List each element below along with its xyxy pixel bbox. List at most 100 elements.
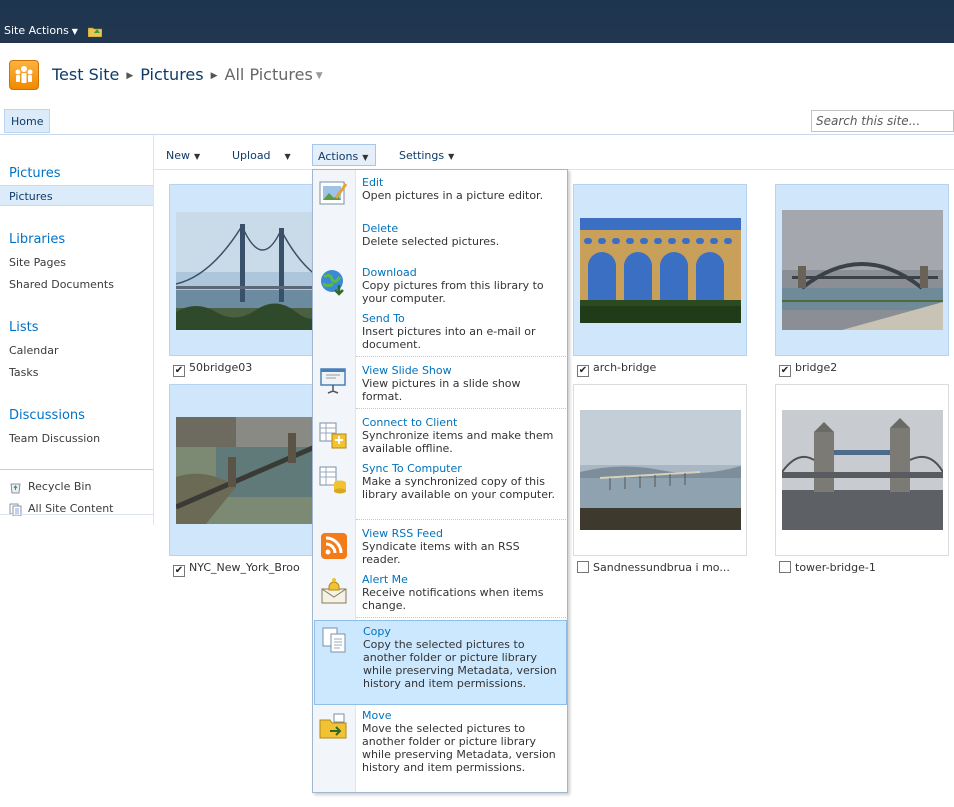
site-actions-label: Site Actions (4, 24, 69, 37)
menu-separator (356, 519, 566, 520)
upload-label: Upload (232, 149, 271, 162)
recycle-bin-icon (10, 483, 21, 493)
picture-name[interactable]: 50bridge03 (189, 361, 252, 374)
menu-item-title: Delete (362, 222, 399, 235)
sidebar-item-calendar[interactable]: Calendar (9, 344, 58, 357)
menu-item-sync-to-computer[interactable]: Sync To Computer Make a synchronized cop… (313, 462, 567, 514)
menu-separator (356, 356, 566, 357)
quick-launch: Pictures Pictures Libraries Site Pages S… (0, 135, 154, 525)
sidebar-item-team-discussion[interactable]: Team Discussion (9, 432, 100, 445)
page-header: Test Site ▶ Pictures ▶ All Pictures ▼ (0, 43, 954, 108)
top-bar: Site Actions ▼ (0, 0, 954, 43)
picture-thumbnail (782, 410, 943, 530)
picture-tile[interactable] (573, 384, 747, 556)
menu-item-alert-me[interactable]: Alert Me Receive notifications when item… (313, 573, 567, 613)
top-navigation: Home Search this site... (0, 108, 954, 135)
copy-icon (322, 627, 346, 653)
chevron-down-icon: ▼ (71, 27, 78, 36)
recycle-bin-label: Recycle Bin (28, 480, 92, 493)
nav-header-libraries[interactable]: Libraries (9, 232, 65, 247)
tab-home[interactable]: Home (4, 109, 51, 133)
menu-item-view-slide-show[interactable]: View Slide Show View pictures in a slide… (313, 364, 567, 404)
nav-header-pictures[interactable]: Pictures (9, 166, 60, 181)
picture-thumbnail (782, 210, 943, 330)
picture-caption: ✔ bridge2 (779, 361, 837, 377)
new-label: New (166, 149, 190, 162)
settings-menu-button[interactable]: Settings ▼ (399, 149, 454, 162)
menu-separator (356, 408, 566, 409)
nav-header-discussions[interactable]: Discussions (9, 408, 85, 423)
menu-item-title: Alert Me (362, 573, 408, 586)
alert-me-icon (321, 578, 347, 604)
sidebar-item-shared-documents[interactable]: Shared Documents (9, 278, 114, 291)
menu-item-description: Copy the selected pictures to another fo… (363, 638, 557, 690)
menu-item-description: Delete selected pictures. (362, 235, 500, 248)
list-toolbar: New ▼ Upload ▼ Actions ▼ Settings ▼ (154, 140, 954, 170)
breadcrumb-library-link[interactable]: Pictures (140, 65, 203, 84)
view-selector[interactable]: All Pictures (225, 65, 313, 84)
picture-checkbox[interactable] (779, 561, 791, 573)
nav-divider (0, 469, 153, 470)
menu-item-description: Insert pictures into an e-mail or docume… (362, 325, 536, 351)
picture-tile[interactable] (775, 384, 949, 556)
chevron-down-icon: ▼ (194, 152, 201, 161)
picture-checkbox[interactable]: ✔ (173, 365, 185, 377)
actions-label: Actions (318, 150, 359, 163)
chevron-down-icon: ▼ (362, 153, 369, 162)
sidebar-item-label: Pictures (9, 190, 53, 203)
upload-menu-button[interactable]: Upload ▼ (232, 149, 291, 162)
picture-name[interactable]: tower-bridge-1 (795, 561, 876, 574)
menu-item-download[interactable]: Download Copy pictures from this library… (313, 266, 567, 310)
picture-thumbnail (580, 218, 741, 323)
sidebar-item-tasks[interactable]: Tasks (9, 366, 38, 379)
picture-name[interactable]: Sandnessundbrua i mo... (593, 561, 730, 574)
site-actions-menu[interactable]: Site Actions ▼ (4, 24, 78, 37)
picture-checkbox[interactable]: ✔ (173, 565, 185, 577)
recycle-bin-link[interactable]: Recycle Bin (9, 480, 91, 494)
sidebar-item-pictures[interactable]: Pictures (0, 185, 153, 206)
picture-name[interactable]: arch-bridge (593, 361, 656, 374)
menu-item-view-rss-feed[interactable]: View RSS Feed Syndicate items with an RS… (313, 527, 567, 567)
breadcrumb-site-link[interactable]: Test Site (52, 65, 119, 84)
actions-dropdown-menu: Edit Open pictures in a picture editor. … (312, 169, 568, 793)
breadcrumb: Test Site ▶ Pictures ▶ All Pictures ▼ (52, 65, 323, 84)
menu-item-title: Edit (362, 176, 384, 189)
menu-item-connect-to-client[interactable]: Connect to Client Synchronize items and … (313, 416, 567, 458)
menu-item-description: Make a synchronized copy of this library… (362, 475, 555, 501)
menu-item-title: View RSS Feed (362, 527, 443, 540)
download-globe-icon (321, 270, 344, 296)
menu-item-title: Move (362, 709, 392, 722)
picture-checkbox[interactable]: ✔ (779, 365, 791, 377)
breadcrumb-arrow-icon: ▶ (210, 71, 218, 81)
navigate-up-folder-icon[interactable] (88, 25, 102, 37)
actions-menu-button[interactable]: Actions ▼ (312, 144, 376, 166)
chevron-down-icon[interactable]: ▼ (316, 71, 323, 81)
menu-item-edit[interactable]: Edit Open pictures in a picture editor. (313, 176, 567, 216)
nav-header-lists[interactable]: Lists (9, 320, 39, 335)
sidebar-item-site-pages[interactable]: Site Pages (9, 256, 66, 269)
picture-caption: ✔ 50bridge03 (173, 361, 252, 377)
menu-item-move[interactable]: Move Move the selected pictures to anoth… (313, 709, 567, 791)
picture-tile[interactable] (775, 184, 949, 356)
picture-name[interactable]: bridge2 (795, 361, 837, 374)
menu-separator (356, 617, 566, 618)
picture-caption: tower-bridge-1 (779, 561, 876, 574)
picture-tile[interactable] (573, 184, 747, 356)
menu-item-description: Syndicate items with an RSS reader. (362, 540, 520, 566)
menu-item-send-to[interactable]: Send To Insert pictures into an e-mail o… (313, 312, 567, 354)
search-input[interactable]: Search this site... (811, 110, 954, 132)
menu-item-delete[interactable]: Delete Delete selected pictures. (313, 222, 567, 262)
new-menu-button[interactable]: New ▼ (166, 149, 200, 162)
picture-checkbox[interactable]: ✔ (577, 365, 589, 377)
picture-checkbox[interactable] (577, 561, 589, 573)
slide-show-icon (320, 368, 346, 394)
menu-item-description: View pictures in a slide show format. (362, 377, 521, 403)
chevron-down-icon: ▼ (284, 152, 291, 161)
menu-item-copy[interactable]: Copy Copy the selected pictures to anoth… (314, 620, 567, 705)
picture-name[interactable]: NYC_New_York_Broo (189, 561, 300, 574)
edit-picture-icon (319, 181, 348, 205)
menu-item-title: Sync To Computer (362, 462, 462, 475)
picture-caption: ✔ NYC_New_York_Broo (173, 561, 300, 577)
breadcrumb-arrow-icon: ▶ (126, 71, 134, 81)
settings-label: Settings (399, 149, 445, 162)
